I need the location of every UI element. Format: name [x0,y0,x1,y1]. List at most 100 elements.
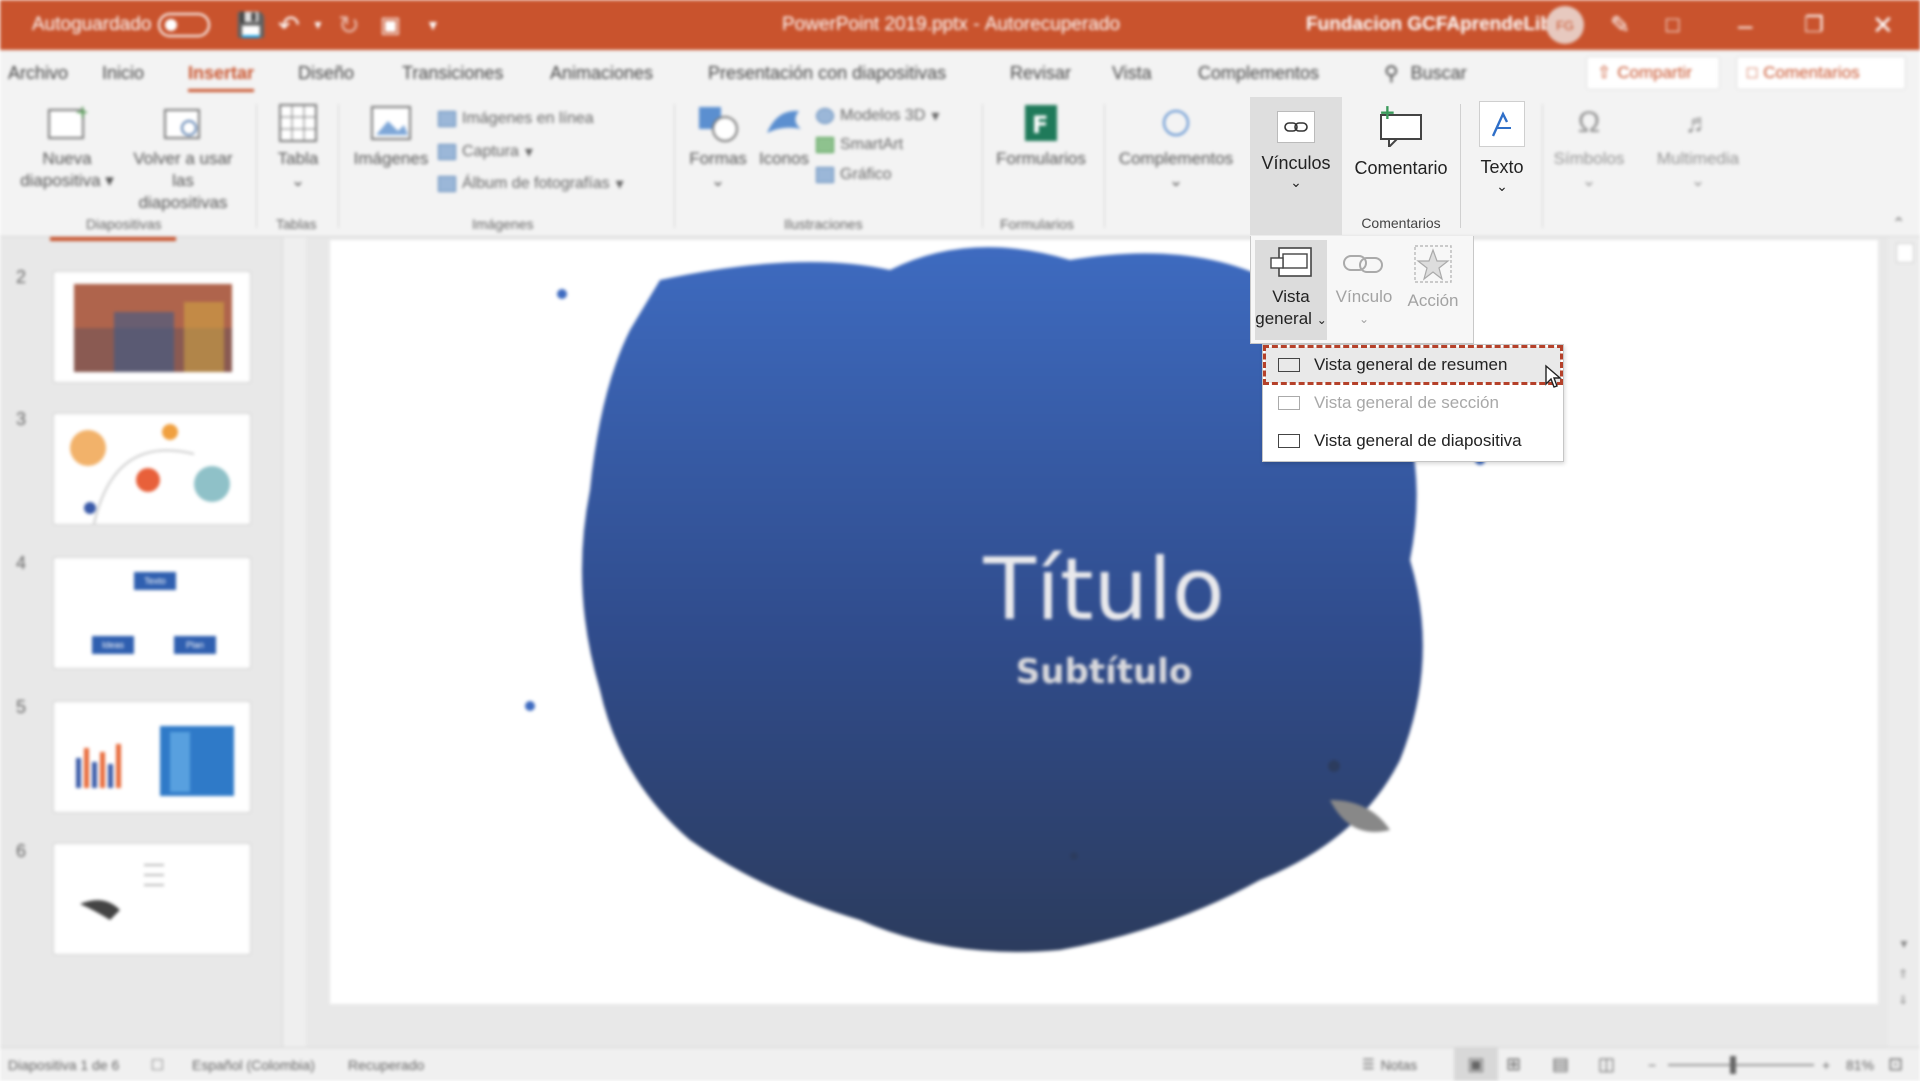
pictures-label: Imágenes [353,149,429,168]
svg-text:F: F [1032,111,1048,139]
menu-item-label: Vista general de resumen [1314,355,1508,374]
online-pictures-button[interactable]: Imágenes en línea [438,110,594,128]
forms-button[interactable]: F Formularios [990,102,1092,170]
zoom-in-icon[interactable]: + [1822,1048,1830,1081]
comments-button[interactable]: □ Comentarios [1736,56,1906,90]
tab-transiciones[interactable]: Transiciones [402,50,503,96]
slide-scrollbar[interactable]: ▼ ⇑ ⇓ [1888,237,1920,1047]
spellcheck-icon[interactable]: □ [152,1048,163,1081]
previous-slide-icon[interactable]: ⇑ [1898,967,1908,981]
tab-revisar[interactable]: Revisar [1010,50,1071,96]
overview-button[interactable]: Vista general ⌄ [1255,240,1327,340]
screenshot-button[interactable]: Captura ▾ [438,142,533,162]
customize-toolbar-icon[interactable]: ▼ [426,0,440,50]
3d-models-button[interactable]: Modelos 3D ▾ [816,106,939,126]
reuse-slides-button[interactable]: Volver a usar las diapositivas [128,102,238,214]
slide-thumbnail-3[interactable] [53,413,251,525]
close-icon[interactable]: ✕ [1872,0,1894,50]
chevron-down-icon: ⌄ [1358,312,1370,326]
multimedia-label: Multimedia [1656,149,1740,168]
save-icon[interactable]: 💾 [236,0,266,50]
restore-icon[interactable]: ❐ [1804,0,1824,50]
symbols-button[interactable]: Ω Símbolos ⌄ [1548,102,1630,192]
next-slide-icon[interactable]: ⇓ [1898,993,1908,1007]
links-button[interactable]: Vínculos ⌄ [1250,97,1342,235]
bird-icon [763,102,805,144]
tab-vista[interactable]: Vista [1112,50,1152,96]
slide-thumbnail-2[interactable] [53,271,251,383]
tab-archivo[interactable]: Archivo [8,50,68,96]
tab-diseno[interactable]: Diseño [298,50,354,96]
pen-icon[interactable]: ✎ [1610,0,1630,50]
tab-animaciones[interactable]: Animaciones [550,50,653,96]
comment-button[interactable]: + Comentario [1342,97,1460,217]
summary-zoom-icon [1278,358,1300,372]
search-label: Buscar [1410,62,1467,83]
menu-item-slide-zoom[interactable]: Vista general de diapositiva [1265,423,1561,459]
new-slide-button[interactable]: + Nueva diapositiva ▾ [12,102,122,192]
zoom-level[interactable]: 81% [1846,1048,1874,1081]
crowd-image [74,284,232,372]
icons-label: Iconos [758,149,810,168]
zoom-out-icon[interactable]: − [1648,1048,1656,1081]
avatar[interactable]: FG [1546,0,1584,50]
reading-view-icon[interactable]: ▤ [1552,1048,1569,1081]
text-button[interactable]: Texto ⌄ [1466,97,1538,217]
svg-text:+: + [75,104,87,123]
current-slide[interactable]: Título Subtítulo [330,240,1878,1004]
chart-button[interactable]: Gráfico [816,166,892,184]
slide-thumbnail-6[interactable] [53,843,251,955]
zoom-slider[interactable] [1668,1048,1814,1081]
tab-inicio[interactable]: Inicio [102,50,144,96]
tab-insertar[interactable]: Insertar [188,50,255,96]
language-indicator[interactable]: Español (Colombia) [192,1048,315,1081]
share-button[interactable]: ⇧ Compartir [1586,56,1720,90]
chart-label: Gráfico [840,166,892,183]
slide-thumbnail-5[interactable] [53,701,251,813]
search-box[interactable]: ⚲ Buscar [1384,50,1467,96]
bar-chart-and-image [76,726,234,796]
icons-button[interactable]: Iconos [752,102,816,170]
omega-icon: Ω [1577,106,1601,139]
new-comment-icon: + [1377,100,1425,152]
tab-complementos[interactable]: Complementos [1198,50,1319,96]
pictures-button[interactable]: Imágenes [348,102,434,170]
slide-sorter-icon[interactable]: ⊞ [1506,1048,1521,1081]
fit-to-window-icon[interactable]: ⊡ [1888,1048,1903,1081]
shapes-button[interactable]: Formas ⌄ [686,102,750,192]
screenshot-icon [438,144,456,160]
shapes-label: Formas [689,149,747,168]
menu-item-summary-zoom[interactable]: Vista general de resumen [1263,345,1563,385]
scroll-down-icon[interactable]: ▼ [1898,937,1910,951]
undo-icon[interactable]: ↶ [278,0,300,50]
group-label-imagenes: Imágenes [472,216,534,232]
symbols-label: Símbolos [1553,149,1625,168]
group-label-ilustraciones: Ilustraciones [784,216,863,232]
collapse-ribbon-icon[interactable]: ⌃ [1892,214,1905,234]
addins-button[interactable]: Complementos ⌄ [1112,102,1240,192]
account-name[interactable]: Fundacion GCFAprendeLibre [1306,0,1570,50]
multimedia-button[interactable]: ♬ Multimedia ⌄ [1642,102,1754,192]
tab-presentacion[interactable]: Presentación con diapositivas [708,50,946,96]
undo-dropdown-icon[interactable]: ▼ [312,0,324,50]
normal-view-icon[interactable]: ▣ [1454,1048,1498,1081]
slide-thumbnail-4[interactable]: Texto Ideas Plan [53,557,251,669]
redo-icon[interactable]: ↻ [338,0,360,50]
smartart-button[interactable]: SmartArt [816,136,903,154]
slide-subtitle[interactable]: Subtítulo [330,652,1878,692]
minimize-icon[interactable]: – [1738,0,1752,50]
smartart-icon [816,137,834,153]
autosave-toggle[interactable] [158,0,210,50]
present-icon[interactable]: ▣ [380,0,401,50]
table-button[interactable]: Tabla ⌄ [266,102,330,192]
photo-album-button[interactable]: Álbum de fotografías ▾ [438,174,624,194]
group-label-comentarios: Comentarios [1361,215,1441,231]
thumbnails-scrollbar[interactable] [282,237,307,1047]
scroll-thumb[interactable] [1896,243,1914,263]
slide-thumbnails-pane: 2 3 4 Texto Ideas Plan 5 6 [0,237,300,1047]
notes-button[interactable]: ☰ Notas [1362,1048,1417,1081]
ribbon-display-icon[interactable]: □ [1666,0,1679,50]
slideshow-icon[interactable]: ◫ [1598,1048,1615,1081]
slide-title[interactable]: Título [330,540,1878,640]
notes-icon: ☰ [1362,1056,1375,1072]
